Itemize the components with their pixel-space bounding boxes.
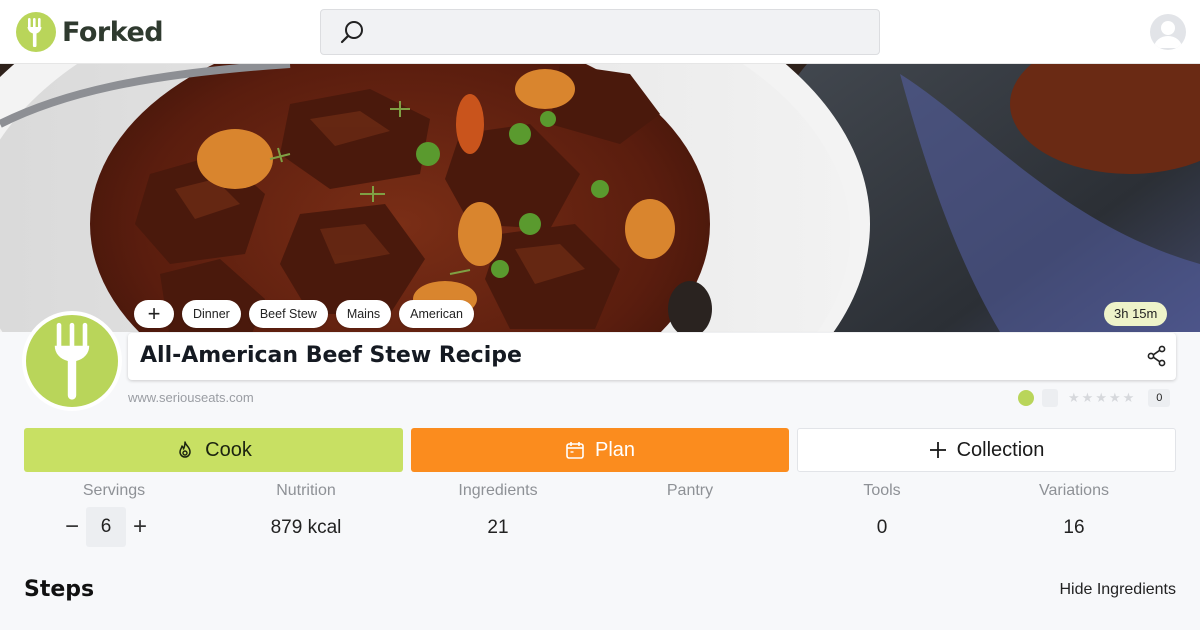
rating-count: 0 [1148,389,1171,407]
star-icon[interactable]: ★ [1095,390,1107,406]
variations-value: 16 [1063,517,1085,538]
star-icon[interactable]: ★ [1068,390,1080,406]
pantry-stat[interactable]: Pantry [600,482,780,541]
tag-chip[interactable]: Mains [335,300,392,328]
servings-label: Servings [82,482,146,499]
fork-icon [16,12,56,52]
collection-label: Collection [956,438,1045,461]
rating: ★ ★ ★ ★ ★ 0 [1018,389,1171,407]
nutrition-value: 879 kcal [270,517,342,538]
tag-list: + Dinner Beef Stew Mains American [134,300,474,328]
rating-indicator [1042,389,1058,407]
steps-heading: Steps [24,577,95,602]
star-icon[interactable]: ★ [1109,390,1121,406]
ingredients-stat[interactable]: Ingredients 21 [408,482,588,541]
tag-chip[interactable]: American [399,300,474,328]
add-tag-button[interactable]: + [134,300,174,328]
tag-chip[interactable]: Beef Stew [248,300,328,328]
decrease-servings-button[interactable]: − [58,513,86,541]
user-icon [1154,21,1182,48]
variations-stat[interactable]: Variations 16 [984,482,1164,541]
forked-logo[interactable]: Forked [16,12,164,52]
recipe-title: All-American Beef Stew Recipe [140,343,522,368]
tag-chip[interactable]: Dinner [182,300,241,328]
star-icon[interactable]: ★ [1123,390,1135,406]
servings-stepper: − 6 + [58,507,170,547]
tools-stat[interactable]: Tools 0 [792,482,972,541]
recipe-title-card: All-American Beef Stew Recipe [128,333,1176,380]
star-rating[interactable]: ★ ★ ★ ★ ★ [1068,390,1134,406]
tools-label: Tools [863,482,901,499]
user-avatar[interactable] [1150,14,1186,50]
cook-label: Cook [205,438,252,461]
source-link[interactable]: www.seriouseats.com [128,390,254,405]
hide-ingredients-link[interactable]: Hide Ingredients [1059,581,1176,599]
plus-icon: + [132,513,147,540]
top-bar: Forked [0,0,1200,64]
plan-button[interactable]: Plan [411,428,789,472]
servings-stat: Servings [24,482,204,502]
calendar-icon [566,442,584,459]
nutrition-stat[interactable]: Nutrition 879 kcal [216,482,396,541]
fork-icon [54,322,90,400]
minus-icon: − [64,513,79,540]
recipe-hero-image [0,64,1200,332]
app-name: Forked [62,16,164,48]
ingredients-value: 21 [487,517,509,538]
flame-icon [179,441,191,458]
increase-servings-button[interactable]: + [126,513,154,541]
search-input[interactable] [320,9,880,55]
plus-icon: + [147,301,161,326]
add-to-collection-button[interactable]: Collection [797,428,1176,472]
duration-badge: 3h 15m [1104,302,1168,326]
share-icon[interactable] [1146,345,1168,367]
pantry-value [600,517,780,541]
plan-label: Plan [594,438,636,461]
nutrition-label: Nutrition [276,482,336,499]
ingredients-label: Ingredients [458,482,538,499]
tools-value: 0 [876,517,888,538]
plus-icon [929,442,946,458]
variations-label: Variations [1039,482,1109,499]
cook-button[interactable]: Cook [24,428,403,472]
pantry-label: Pantry [666,482,714,499]
search-icon [340,21,363,44]
fork-icon [1018,390,1034,406]
star-icon[interactable]: ★ [1082,390,1094,406]
recipe-avatar [22,311,122,411]
servings-value[interactable]: 6 [86,507,126,547]
